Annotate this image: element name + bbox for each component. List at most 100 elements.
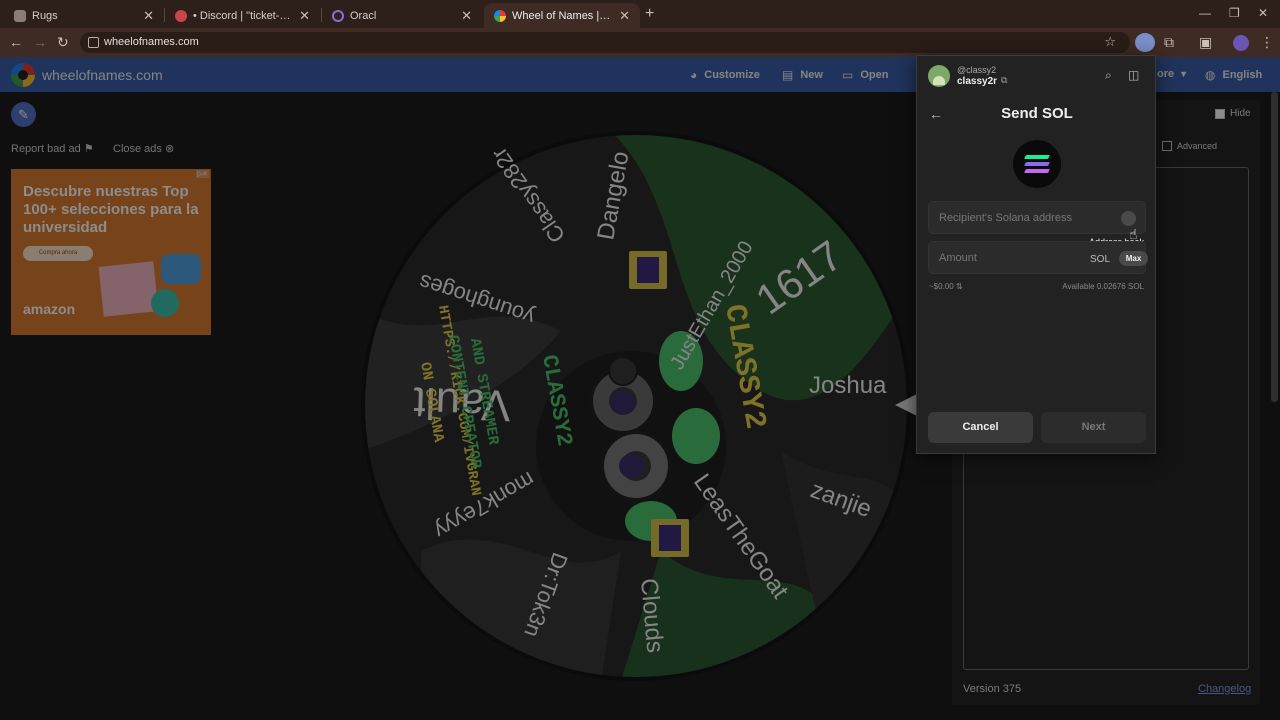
pencil-icon: ✎ xyxy=(18,107,29,122)
language-label: English xyxy=(1222,69,1263,81)
checkbox-icon[interactable] xyxy=(1215,108,1225,119)
copy-icon[interactable]: ⧉ xyxy=(1001,75,1007,86)
solana-stripe xyxy=(1024,155,1050,159)
tab-wheel-of-names[interactable]: Wheel of Names | Random nam ✕ xyxy=(484,3,640,28)
chevron-down-icon: ▼ xyxy=(1179,69,1189,79)
close-tab-icon[interactable]: ✕ xyxy=(461,8,472,24)
ad-product-image xyxy=(151,289,179,317)
restore-icon[interactable]: ❐ xyxy=(1229,6,1240,20)
report-ad-label: Report bad ad xyxy=(11,143,81,155)
advanced-checkbox[interactable]: Advanced xyxy=(1162,141,1217,151)
ad-product-image xyxy=(98,261,159,317)
advertisement-banner[interactable]: Descubre nuestras Top 100+ selecciones p… xyxy=(11,169,211,335)
folder-icon: ▭ xyxy=(842,68,854,82)
tab-title: Wheel of Names | Random nam xyxy=(512,9,613,22)
close-tab-icon[interactable]: ✕ xyxy=(143,8,154,24)
hide-checkbox[interactable]: Hide xyxy=(1215,108,1251,119)
advanced-label: Advanced xyxy=(1177,141,1218,151)
new-button[interactable]: ▤ New xyxy=(782,68,823,82)
address-book-button[interactable] xyxy=(1121,211,1136,226)
close-ads-link[interactable]: Close ads ⊗ xyxy=(113,142,174,155)
cancel-button[interactable]: Cancel xyxy=(928,412,1033,443)
customize-label: Customize xyxy=(704,69,760,81)
new-label: New xyxy=(800,69,823,81)
next-button[interactable]: Next xyxy=(1041,412,1146,443)
more-label: ore xyxy=(1157,68,1175,80)
mascot-green-eye xyxy=(672,408,720,464)
max-button[interactable]: Max xyxy=(1119,251,1148,266)
solana-stripe xyxy=(1024,162,1050,166)
tab-title: • Discord | "ticket-102" | Oracl xyxy=(193,9,293,22)
site-title[interactable]: wheelofnames.com xyxy=(42,67,163,83)
name-wheel[interactable]: Dangelo JustEthan_2000 1617 Joshua zanji… xyxy=(361,131,911,681)
back-icon[interactable]: ← xyxy=(9,34,23,50)
sol-coin-icon xyxy=(619,454,643,478)
recipient-placeholder: Recipient's Solana address xyxy=(939,212,1072,224)
report-bad-ad-link[interactable]: Report bad ad ⚑ xyxy=(11,142,94,155)
solana-logo-icon xyxy=(1013,140,1061,188)
new-file-icon: ▤ xyxy=(782,68,794,82)
browser-tab-bar: Rugs ✕ • Discord | "ticket-102" | Oracl … xyxy=(0,0,1280,28)
wallet-extension-icon[interactable] xyxy=(1135,33,1155,52)
close-ads-label: Close ads xyxy=(113,143,162,155)
url-bar[interactable]: wheelofnames.com ☆ xyxy=(80,32,1130,53)
browser-menu-icon[interactable]: ⋮ xyxy=(1260,34,1274,51)
adchoices-icon[interactable]: ▷× xyxy=(195,170,209,178)
bookmark-star-icon[interactable]: ☆ xyxy=(1104,34,1116,50)
edit-pencil-button[interactable]: ✎ xyxy=(11,102,36,127)
sol-badge-icon xyxy=(659,525,681,551)
close-tab-icon[interactable]: ✕ xyxy=(619,8,630,24)
ad-headline: Descubre nuestras Top 100+ selecciones p… xyxy=(23,183,199,236)
wheel-pointer-icon xyxy=(895,394,917,416)
minimize-icon[interactable]: — xyxy=(1199,6,1211,20)
wallet-account-name[interactable]: classy2r xyxy=(957,76,997,87)
more-button[interactable]: ore ▼ xyxy=(1157,68,1188,80)
amount-input[interactable]: Amount SOL Max xyxy=(928,241,1148,274)
amount-unit: SOL xyxy=(1090,254,1111,265)
open-label: Open xyxy=(860,69,889,81)
tab-favicon-icon xyxy=(14,9,26,22)
tab-title: Oracl xyxy=(350,9,377,22)
available-balance: Available 0.02676 SOL xyxy=(1062,282,1144,291)
site-logo-icon[interactable] xyxy=(11,63,35,87)
browser-toolbar: ← → ↻ wheelofnames.com ☆ ⧉ ▣ ⋮ xyxy=(0,28,1280,57)
usd-estimate[interactable]: ~$0.00 ⇅ xyxy=(929,282,963,291)
version-label: Version 375 xyxy=(963,683,1022,695)
reload-icon[interactable]: ↻ xyxy=(57,34,69,51)
ad-cta-button[interactable]: Compra ahora xyxy=(23,246,93,261)
search-icon[interactable]: ⌕ xyxy=(1105,68,1112,83)
wheel-favicon-icon xyxy=(494,9,506,22)
side-panel-icon[interactable]: ▣ xyxy=(1199,34,1212,51)
send-title: Send SOL xyxy=(1001,105,1073,122)
tab-oracl[interactable]: Oracl ✕ xyxy=(322,3,482,28)
customize-button[interactable]: ◕ Customize xyxy=(690,68,760,82)
wallet-avatar[interactable] xyxy=(928,65,950,87)
tab-discord[interactable]: • Discord | "ticket-102" | Oracl ✕ xyxy=(165,3,320,28)
solana-stripe xyxy=(1024,169,1050,173)
sol-badge-icon xyxy=(637,257,659,283)
url-text: wheelofnames.com xyxy=(104,36,199,48)
wallet-extension-popup: @classy2 classy2r ⧉ ⌕ ◫ ← Send SOL Recip… xyxy=(916,55,1156,454)
discord-favicon-icon xyxy=(175,9,187,22)
tab-rugs[interactable]: Rugs ✕ xyxy=(4,3,164,28)
amount-placeholder: Amount xyxy=(939,252,977,264)
site-info-icon[interactable] xyxy=(88,37,99,48)
flag-icon: ⚑ xyxy=(83,143,94,155)
hide-label: Hide xyxy=(1230,108,1251,119)
forward-icon[interactable]: → xyxy=(33,34,47,50)
close-circle-icon: ⊗ xyxy=(164,143,175,155)
changelog-link[interactable]: Changelog xyxy=(1198,683,1251,695)
profile-avatar[interactable] xyxy=(1233,35,1249,51)
page-scrollbar[interactable] xyxy=(1271,92,1278,402)
sidebar-toggle-icon[interactable]: ◫ xyxy=(1128,68,1139,82)
recipient-address-input[interactable]: Recipient's Solana address xyxy=(928,201,1146,234)
tab-title: Rugs xyxy=(32,9,58,22)
checkbox-icon[interactable] xyxy=(1162,141,1172,151)
extensions-icon[interactable]: ⧉ xyxy=(1164,34,1174,51)
open-button[interactable]: ▭ Open xyxy=(842,68,888,82)
new-tab-icon[interactable]: + xyxy=(645,5,654,23)
close-tab-icon[interactable]: ✕ xyxy=(299,8,310,24)
wheel-entry: Joshua xyxy=(809,372,887,399)
language-button[interactable]: ◍ English xyxy=(1205,68,1262,82)
close-window-icon[interactable]: ✕ xyxy=(1258,6,1268,20)
